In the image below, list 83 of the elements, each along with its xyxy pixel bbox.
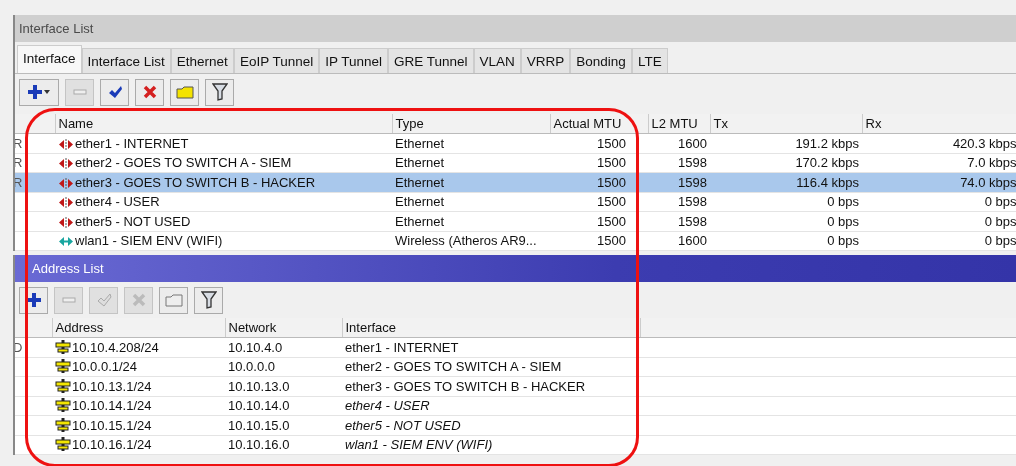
table-cell: ether1 - INTERNET: [75, 135, 189, 151]
table-cell: 10.10.4.0: [228, 339, 283, 355]
table-row[interactable]: 10.10.14.1/24 10.10.14.0 ether4 - USER: [15, 396, 1016, 416]
table-cell: 1598: [678, 155, 707, 171]
column-header[interactable]: Type: [392, 114, 550, 134]
table-cell: Ethernet: [395, 155, 445, 171]
table-cell: 116.4 kbps: [796, 174, 859, 190]
table-cell: 1500: [597, 213, 626, 229]
table-cell: 1600: [678, 233, 707, 249]
table-cell: 0 bps: [984, 233, 1016, 249]
table-cell: 7.0 kbps: [967, 155, 1016, 171]
column-header[interactable]: Rx: [862, 114, 1016, 134]
table-cell: 10.10.16.1/24: [72, 437, 152, 453]
table-cell: 0 bps: [827, 213, 859, 229]
table-cell: 10.10.14.0: [228, 398, 290, 414]
tab[interactable]: EoIP Tunnel: [233, 48, 320, 73]
table-row[interactable]: 10.0.0.1/24 10.0.0.0 ether2 - GOES TO SWITCH A - SIEM: [15, 357, 1016, 377]
tab[interactable]: LTE: [631, 48, 668, 73]
table-row[interactable]: 10.10.16.1/24 10.10.16.0 wlan1 - SIEM ENV (WIFI): [15, 435, 1016, 455]
tab[interactable]: Bonding: [570, 48, 632, 73]
column-header[interactable]: Address: [52, 318, 225, 338]
column-header[interactable]: Network: [225, 318, 342, 338]
tab[interactable]: VLAN: [473, 48, 521, 73]
table-cell: 1500: [597, 194, 626, 210]
table-cell: 10.10.4.208/24: [72, 339, 159, 355]
column-header[interactable]: Actual MTU: [550, 114, 648, 134]
table-cell: 10.0.0.0: [228, 359, 275, 375]
table-cell: Ethernet: [395, 174, 445, 190]
tab[interactable]: Ethernet: [170, 48, 234, 73]
table-cell: 1500: [597, 174, 626, 190]
table-cell: 1598: [678, 213, 707, 229]
table-cell: 1500: [597, 155, 626, 171]
table-cell: 191.2 kbps: [795, 135, 859, 151]
column-header[interactable]: L2 MTU: [648, 114, 710, 134]
table-cell: ether5 - NOT USED: [75, 213, 191, 229]
column-header[interactable]: Name: [55, 114, 392, 134]
table-cell: ether2 - GOES TO SWITCH A - SIEM: [345, 359, 562, 375]
table-cell: wlan1 - SIEM ENV (WIFI): [75, 233, 223, 249]
table-cell: 10.10.15.1/24: [72, 417, 152, 433]
table-cell: 170.2 kbps: [795, 155, 859, 171]
table-cell: ether3 - GOES TO SWITCH B - HACKER: [75, 174, 316, 190]
table-cell: 0 bps: [984, 213, 1016, 229]
column-header[interactable]: Tx: [710, 114, 862, 134]
window-title: Address List: [32, 261, 104, 276]
table-cell: 1500: [597, 233, 626, 249]
tab[interactable]: IP Tunnel: [319, 48, 388, 73]
table-cell: 1598: [678, 174, 707, 190]
table-cell: 1600: [678, 135, 707, 151]
table-cell: 10.10.13.0: [228, 378, 290, 394]
table-cell: ether5 - NOT USED: [345, 417, 461, 433]
table-cell: 0 bps: [827, 233, 859, 249]
table-cell: 10.0.0.1/24: [72, 359, 138, 375]
table-cell: ether4 - USER: [75, 194, 160, 210]
table-row[interactable]: ether4 - USER Ethernet 1500 1598 0 bps 0 bps: [15, 192, 1016, 212]
table-cell: 10.10.16.0: [228, 437, 290, 453]
table-cell: 1598: [678, 194, 707, 210]
table-cell: ether1 - INTERNET: [345, 339, 459, 355]
table-cell: Ethernet: [395, 194, 445, 210]
table-cell: Ethernet: [395, 135, 445, 151]
table-cell: Wireless (Atheros AR9...: [395, 233, 537, 249]
table-cell: ether3 - GOES TO SWITCH B - HACKER: [345, 378, 586, 394]
table-cell: wlan1 - SIEM ENV (WIFI): [345, 437, 493, 453]
tab[interactable]: Interface: [17, 45, 82, 73]
table-cell: 74.0 kbps: [960, 174, 1016, 190]
tab[interactable]: GRE Tunnel: [388, 48, 474, 73]
table-cell: 0 bps: [984, 194, 1016, 210]
table-cell: 1500: [597, 135, 626, 151]
table-row[interactable]: ether5 - NOT USED Ethernet 1500 1598 0 bps 0 bps: [15, 211, 1016, 231]
table-cell: 10.10.14.1/24: [72, 398, 152, 414]
table-row[interactable]: 10.10.13.1/24 10.10.13.0 ether3 - GOES TO SWITCH B - HACKER: [15, 376, 1016, 396]
table-cell: Ethernet: [395, 213, 445, 229]
table-cell: 10.10.15.0: [228, 417, 290, 433]
column-header[interactable]: Interface: [342, 318, 640, 338]
table-cell: 10.10.13.1/24: [72, 378, 152, 394]
tab[interactable]: Interface List: [81, 48, 171, 73]
window-title: Interface List: [19, 21, 94, 36]
table-row[interactable]: wlan1 - SIEM ENV (WIFI) Wireless (Atheros AR9... 1500 1600 0 bps 0 bps: [15, 231, 1016, 251]
table-cell: 0 bps: [827, 194, 859, 210]
table-row[interactable]: 10.10.15.1/24 10.10.15.0 ether5 - NOT USED: [15, 415, 1016, 435]
table-cell: ether4 - USER: [345, 398, 430, 414]
table-cell: ether2 - GOES TO SWITCH A - SIEM: [75, 155, 292, 171]
tab[interactable]: VRRP: [520, 48, 571, 73]
table-cell: 420.3 kbps: [952, 135, 1016, 151]
